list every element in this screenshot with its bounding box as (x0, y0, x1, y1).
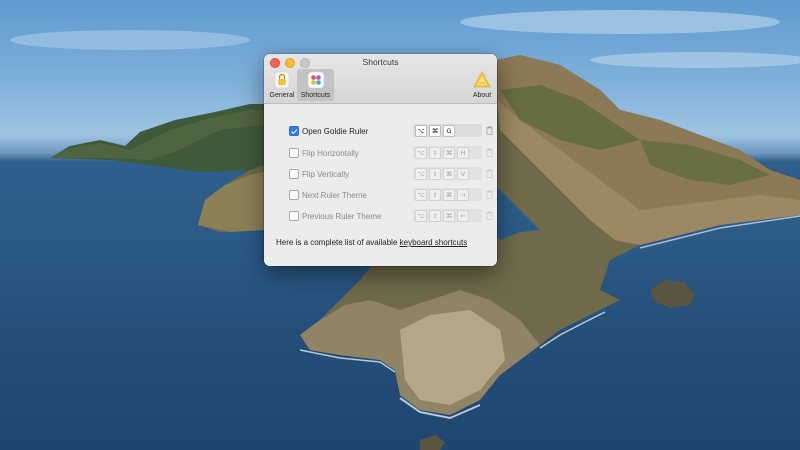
shortcut-row-flip-horizontally: Flip Horizontally ⌥ ⇧ ⌘ H (289, 146, 493, 160)
letter-key: G (443, 124, 455, 137)
tab-shortcuts-label: Shortcuts (300, 92, 331, 99)
tab-shortcuts[interactable]: Shortcuts (297, 69, 334, 101)
next-theme-checkbox[interactable] (289, 190, 299, 200)
app-logo-icon (473, 71, 491, 89)
command-key: ⌘ (443, 188, 455, 201)
shortcut-row-previous-theme: Previous Ruler Theme ⌥ ⇧ ⌘ ← (289, 209, 493, 223)
trash-icon[interactable] (486, 148, 493, 157)
option-key: ⌥ (415, 188, 427, 201)
shift-key: ⇧ (429, 146, 441, 159)
command-key: ⌘ (429, 124, 441, 137)
trash-icon[interactable] (486, 169, 493, 178)
left-arrow-key: ← (457, 209, 469, 222)
trash-icon[interactable] (486, 126, 493, 135)
letter-key: H (457, 146, 469, 159)
shortcut-row-next-theme: Next Ruler Theme ⌥ ⇧ ⌘ → (289, 188, 493, 202)
flip-vertically-label: Flip Vertically (302, 169, 350, 179)
option-key: ⌥ (415, 167, 427, 180)
footer-text: Here is a complete list of available (276, 238, 400, 247)
tab-general-label: General (269, 92, 295, 99)
preferences-toolbar: Shortcuts General Shortcuts About (264, 54, 497, 104)
tab-about[interactable]: About (469, 69, 495, 101)
flip-vertically-shortcut-recorder[interactable]: ⌥ ⇧ ⌘ V (413, 167, 482, 180)
shortcuts-pane: Open Goldie Ruler ⌥ ⌘ G Flip Horizontall… (264, 104, 497, 266)
shift-key: ⇧ (429, 209, 441, 222)
lock-icon (273, 71, 291, 89)
option-key: ⌥ (415, 124, 427, 137)
letter-key: V (457, 167, 469, 180)
keyboard-shortcuts-link[interactable]: keyboard shortcuts (400, 238, 468, 247)
flip-horizontally-shortcut-recorder[interactable]: ⌥ ⇧ ⌘ H (413, 146, 482, 159)
right-arrow-key: → (457, 188, 469, 201)
option-key: ⌥ (415, 209, 427, 222)
shortcut-row-open-ruler: Open Goldie Ruler ⌥ ⌘ G (289, 124, 493, 138)
trash-icon[interactable] (486, 211, 493, 220)
flip-horizontally-label: Flip Horizontally (302, 148, 359, 158)
previous-theme-checkbox[interactable] (289, 211, 299, 221)
shortcut-row-flip-vertically: Flip Vertically ⌥ ⇧ ⌘ V (289, 167, 493, 181)
tab-general[interactable]: General (267, 69, 297, 101)
command-key: ⌘ (443, 209, 455, 222)
shortcuts-window: Shortcuts General Shortcuts About Open G… (264, 54, 497, 266)
command-key: ⌘ (443, 167, 455, 180)
footer-note: Here is a complete list of available key… (276, 238, 467, 247)
flip-vertically-checkbox[interactable] (289, 169, 299, 179)
command-key: ⌘ (443, 146, 455, 159)
trash-icon[interactable] (486, 190, 493, 199)
open-ruler-checkbox[interactable] (289, 126, 299, 136)
color-dots-icon (307, 71, 325, 89)
previous-theme-label: Previous Ruler Theme (302, 211, 382, 221)
next-theme-label: Next Ruler Theme (302, 190, 367, 200)
shift-key: ⇧ (429, 167, 441, 180)
open-ruler-shortcut-recorder[interactable]: ⌥ ⌘ G (413, 124, 482, 137)
flip-horizontally-checkbox[interactable] (289, 148, 299, 158)
option-key: ⌥ (415, 146, 427, 159)
next-theme-shortcut-recorder[interactable]: ⌥ ⇧ ⌘ → (413, 188, 482, 201)
tab-about-label: About (472, 92, 492, 99)
previous-theme-shortcut-recorder[interactable]: ⌥ ⇧ ⌘ ← (413, 209, 482, 222)
open-ruler-label: Open Goldie Ruler (302, 126, 369, 136)
desktop-wallpaper: Shortcuts General Shortcuts About Open G… (0, 0, 800, 450)
window-title: Shortcuts (362, 57, 399, 67)
shift-key: ⇧ (429, 188, 441, 201)
